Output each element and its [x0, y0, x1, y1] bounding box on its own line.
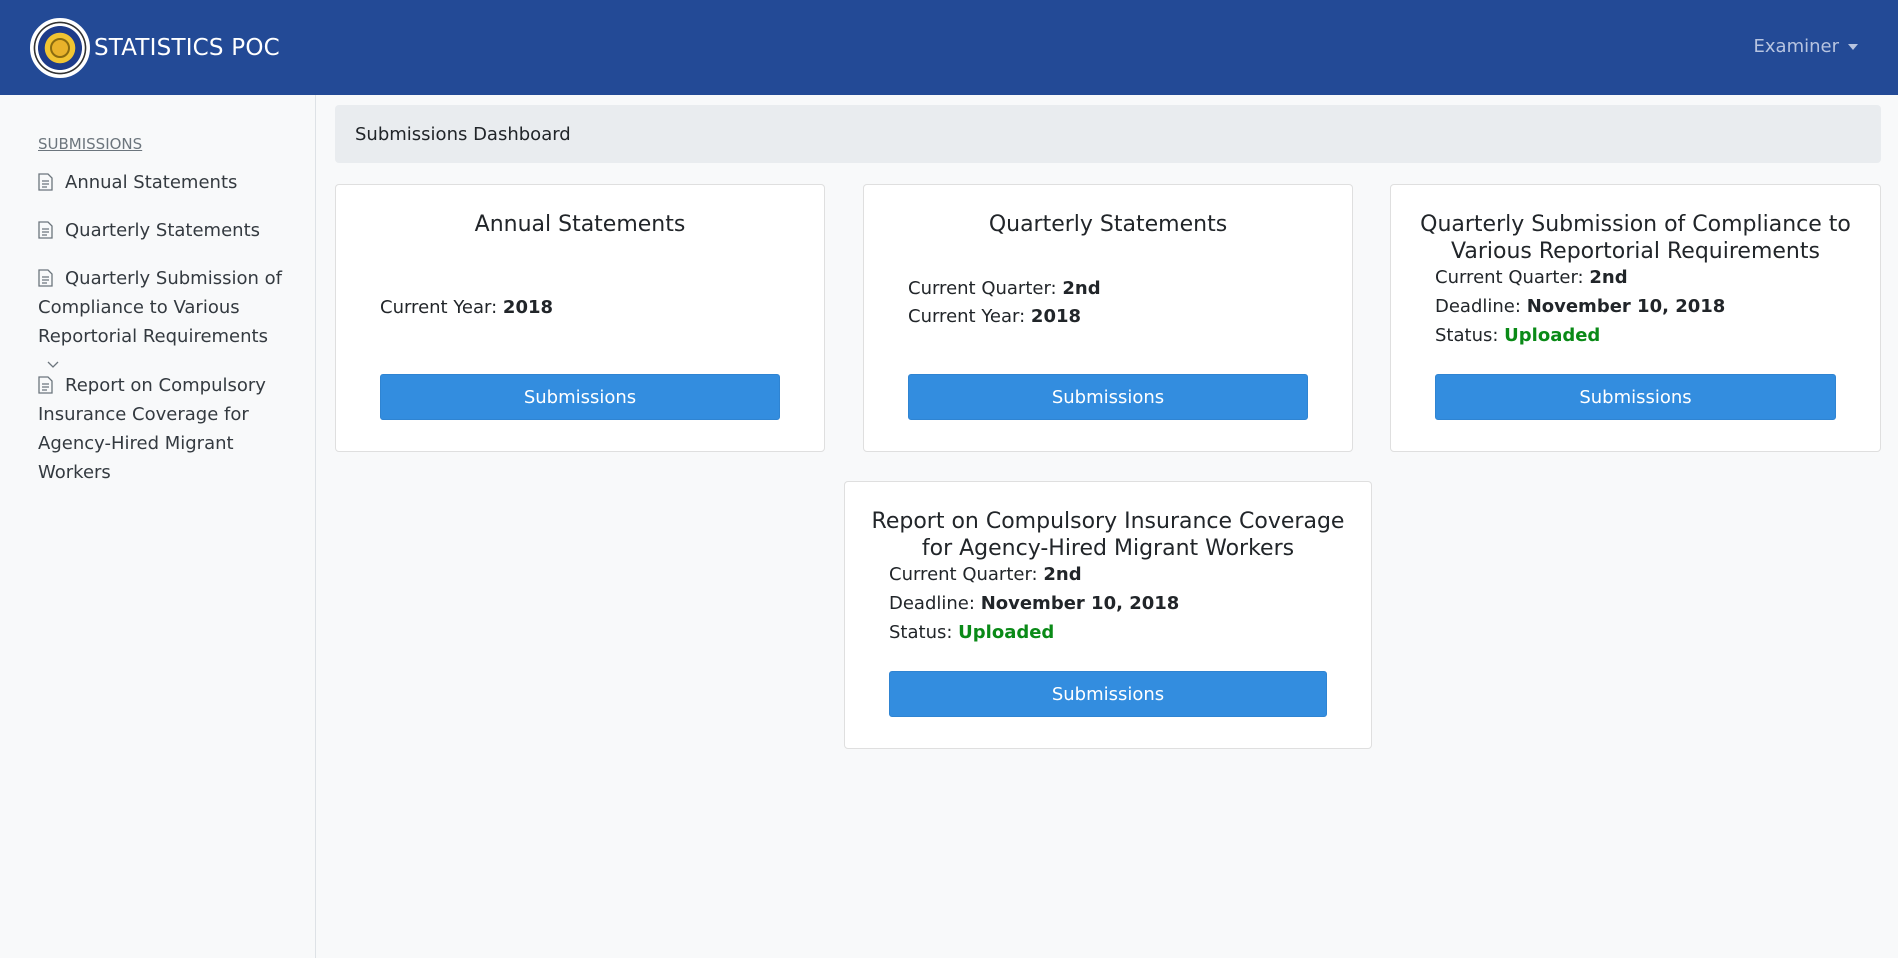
submissions-button[interactable]: Submissions [908, 374, 1308, 420]
sidebar-item-quarterly-statements[interactable]: Quarterly Statements [38, 216, 288, 245]
current-year-field: Current Year: 2018 [908, 306, 1082, 327]
status-badge: Uploaded [1504, 325, 1601, 346]
current-year-value: 2018 [1030, 306, 1082, 327]
card-quarterly-compliance: Quarterly Submission of Compliance to Va… [1390, 184, 1881, 452]
sidebar-item-label: Report on Compulsory Insurance Coverage … [38, 375, 266, 483]
current-quarter-value: 2nd [1589, 267, 1628, 288]
card-title: Quarterly Statements [988, 212, 1228, 237]
breadcrumb: Submissions Dashboard [335, 105, 1881, 163]
caret-down-icon [1848, 44, 1858, 50]
chevron-down-icon[interactable] [46, 360, 60, 370]
sidebar-item-annual-statements[interactable]: Annual Statements [38, 168, 288, 197]
sidebar-heading: SUBMISSIONS [38, 135, 143, 153]
deadline-value: November 10, 2018 [1526, 296, 1726, 317]
card-title: Report on Compulsory Insurance Coverage … [871, 509, 1345, 561]
submissions-button[interactable]: Submissions [889, 671, 1327, 717]
user-menu-dropdown[interactable]: Examiner [1754, 36, 1858, 57]
document-icon [38, 221, 53, 239]
current-quarter-field: Current Quarter: 2nd [889, 564, 1082, 585]
document-icon [38, 269, 53, 287]
document-icon [38, 376, 53, 394]
document-icon [38, 173, 53, 191]
brand-title: STATISTICS POC [94, 34, 280, 61]
deadline-field: Deadline: November 10, 2018 [889, 593, 1180, 614]
submissions-button[interactable]: Submissions [1435, 374, 1836, 420]
sidebar-item-label: Annual Statements [65, 172, 238, 193]
current-year-value: 2018 [502, 297, 554, 318]
logo-seal-icon [30, 17, 90, 78]
card-title: Annual Statements [474, 212, 686, 237]
status-field: Status: Uploaded [889, 622, 1055, 643]
current-quarter-field: Current Quarter: 2nd [1435, 267, 1628, 288]
card-compulsory-insurance: Report on Compulsory Insurance Coverage … [844, 481, 1372, 749]
deadline-value: November 10, 2018 [980, 593, 1180, 614]
sidebar-item-label: Quarterly Submission of Compliance to Va… [38, 268, 282, 347]
brand-link[interactable]: STATISTICS POC [30, 17, 280, 78]
deadline-field: Deadline: November 10, 2018 [1435, 296, 1726, 317]
sidebar-item-compulsory-insurance[interactable]: Report on Compulsory Insurance Coverage … [38, 371, 288, 487]
current-year-field: Current Year: 2018 [380, 297, 554, 318]
card-quarterly-statements: Quarterly Statements Current Quarter: 2n… [863, 184, 1353, 452]
top-navbar: STATISTICS POC Examiner [0, 0, 1898, 95]
submissions-button[interactable]: Submissions [380, 374, 780, 420]
card-title: Quarterly Submission of Compliance to Va… [1420, 212, 1851, 264]
status-badge: Uploaded [958, 622, 1055, 643]
current-quarter-value: 2nd [1062, 278, 1101, 299]
sidebar-item-quarterly-compliance[interactable]: Quarterly Submission of Compliance to Va… [38, 264, 288, 380]
card-annual-statements: Annual Statements Current Year: 2018 Sub… [335, 184, 825, 452]
user-menu-label: Examiner [1753, 36, 1839, 57]
status-field: Status: Uploaded [1435, 325, 1601, 346]
current-quarter-value: 2nd [1043, 564, 1082, 585]
current-quarter-field: Current Quarter: 2nd [908, 278, 1101, 299]
page-title: Submissions Dashboard [355, 123, 571, 145]
sidebar: SUBMISSIONS Annual Statements Quarterly … [0, 95, 316, 958]
sidebar-item-label: Quarterly Statements [65, 220, 261, 241]
